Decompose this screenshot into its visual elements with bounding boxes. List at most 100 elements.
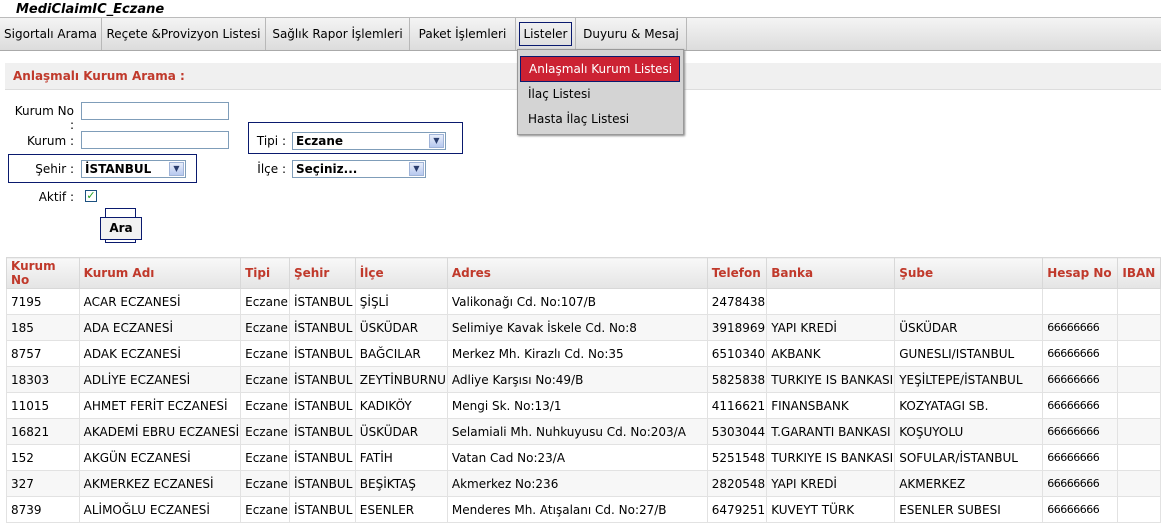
col-sehir-cell: İSTANBUL [288, 392, 356, 419]
col-kurum-adi-header[interactable]: Kurum Adı [78, 257, 242, 289]
col-sehir-header[interactable]: Şehir [288, 257, 356, 289]
ilce-value: Seçiniz... [296, 162, 358, 176]
col-adres-cell: Mengi Sk. No:13/1 [446, 392, 708, 419]
menu-label: Paket İşlemleri [418, 27, 507, 41]
col-telefon-cell: 3918969 [706, 314, 768, 341]
col-banka-cell: YAPI KREDİ [766, 470, 896, 497]
col-iban-cell [1117, 496, 1161, 523]
col-ilce-header[interactable]: İlçe [354, 257, 448, 289]
col-ilce-cell: BEŞİKTAŞ [354, 470, 448, 497]
col-kurum-no-cell: 8739 [6, 496, 80, 523]
dropdown-item-hasta-ilac[interactable]: Hasta İlaç Listesi [520, 107, 629, 131]
col-iban-cell [1117, 288, 1161, 315]
col-iban-cell [1117, 444, 1161, 471]
col-adres-cell: Vatan Cad No:23/A [446, 444, 708, 471]
col-kurum-no-cell: 152 [6, 444, 80, 471]
col-sube-cell: KOZYATAGI SB. [894, 392, 1044, 419]
col-adres-cell: Menderes Mh. Atışalanı Cd. No:27/B [446, 496, 708, 523]
col-sube-cell [894, 288, 1044, 315]
col-adres-cell: Adliye Karşısı No:49/B [446, 366, 708, 393]
app-title: MediClaimIC_Eczane [16, 2, 165, 17]
col-tipi-cell: Eczane [240, 496, 290, 523]
col-banka-header[interactable]: Banka [766, 257, 896, 289]
table-header-row: Kurum No Kurum Adı Tipi Şehir İlçe Adres Telef… [6, 257, 1161, 289]
col-tipi-cell: Eczane [240, 444, 290, 471]
aktif-checkbox[interactable]: ✓ [85, 190, 97, 202]
table-row[interactable]: 152 AKGÜN ECZANESİ Eczane İSTANBUL FATİH Vata… [6, 444, 1161, 471]
chevron-down-icon: ▼ [409, 162, 424, 176]
menu-label: Listeler [519, 22, 572, 46]
ara-button[interactable]: Ara [100, 217, 142, 240]
col-iban-cell [1117, 392, 1161, 419]
table-row[interactable]: 16821 AKADEMİ EBRU ECZANESİ Eczane İSTANBUL… [6, 418, 1161, 445]
col-banka-cell: TURKIYE IS BANKASI [766, 444, 896, 471]
col-sube-cell: ÜSKÜDAR [894, 314, 1044, 341]
chevron-down-icon: ▼ [169, 162, 184, 176]
col-tipi-header[interactable]: Tipi [240, 257, 290, 289]
col-hesap-no-header[interactable]: Hesap No [1042, 257, 1119, 289]
col-adres-cell: Valikonağı Cd. No:107/B [446, 288, 708, 315]
col-telefon-header[interactable]: Telefon [706, 257, 768, 289]
col-kurum-adi-cell: AKADEMİ EBRU ECZANESİ [78, 418, 242, 445]
col-telefon-cell: 5303044 [706, 418, 768, 445]
col-sehir-cell: İSTANBUL [288, 496, 356, 523]
menu-recete-provizyon[interactable]: Reçete &Provizyon Listesi [102, 18, 266, 50]
col-hesap-no-cell: 66666666 [1042, 418, 1119, 445]
menu-sigortali-arama[interactable]: Sigortalı Arama [0, 18, 102, 50]
kurum-input[interactable] [81, 131, 229, 149]
col-sube-header[interactable]: Şube [894, 257, 1044, 289]
ilce-label: İlçe : [257, 162, 286, 176]
col-iban-cell [1117, 470, 1161, 497]
col-kurum-adi-cell: AHMET FERİT ECZANESİ [78, 392, 242, 419]
col-sehir-cell: İSTANBUL [288, 314, 356, 341]
chevron-down-icon: ▼ [429, 134, 444, 148]
kurum-no-input[interactable] [81, 102, 229, 120]
col-banka-cell: AKBANK [766, 340, 896, 367]
col-banka-cell: KUVEYT TÜRK [766, 496, 896, 523]
menu-saglik-rapor[interactable]: Sağlık Rapor İşlemleri [266, 18, 410, 50]
col-adres-header[interactable]: Adres [446, 257, 708, 289]
col-kurum-no-cell: 11015 [6, 392, 80, 419]
col-iban-header[interactable]: IBAN [1117, 257, 1161, 289]
menu-duyuru-mesaj[interactable]: Duyuru & Mesaj [576, 18, 687, 50]
table-row[interactable]: 8757 ADAK ECZANESİ Eczane İSTANBUL BAĞCILAR M… [6, 340, 1161, 367]
tipi-select[interactable]: Eczane ▼ [292, 132, 446, 150]
dropdown-item-ilac-listesi[interactable]: İlaç Listesi [520, 82, 591, 106]
menu-paket-islemleri[interactable]: Paket İşlemleri [410, 18, 516, 50]
col-hesap-no-cell: 66666666 [1042, 444, 1119, 471]
kurum-label: Kurum : [27, 134, 74, 148]
col-sube-cell: AKMERKEZ [894, 470, 1044, 497]
menu-listeler[interactable]: Listeler [516, 18, 576, 50]
sehir-value: İSTANBUL [85, 162, 152, 176]
menu-label: Reçete &Provizyon Listesi [106, 27, 261, 41]
col-tipi-cell: Eczane [240, 340, 290, 367]
col-sube-cell: GUNESLI/ISTANBUL [894, 340, 1044, 367]
sehir-select[interactable]: İSTANBUL ▼ [81, 160, 186, 178]
tipi-label: Tipi : [256, 134, 286, 148]
col-kurum-no-header[interactable]: Kurum No [6, 257, 80, 289]
col-hesap-no-cell: 66666666 [1042, 314, 1119, 341]
col-telefon-cell: 5251548 [706, 444, 768, 471]
results-table: Kurum No Kurum Adı Tipi Şehir İlçe Adres Telef… [6, 257, 1161, 523]
aktif-label: Aktif : [38, 190, 74, 204]
col-ilce-cell: BAĞCILAR [354, 340, 448, 367]
col-kurum-adi-cell: ADLİYE ECZANESİ [78, 366, 242, 393]
col-sehir-cell: İSTANBUL [288, 288, 356, 315]
col-banka-cell: T.GARANTI BANKASI [766, 418, 896, 445]
col-hesap-no-cell: 66666666 [1042, 340, 1119, 367]
table-row[interactable]: 18303 ADLİYE ECZANESİ Eczane İSTANBUL ZEYTİN… [6, 366, 1161, 393]
table-row[interactable]: 185 ADA ECZANESİ Eczane İSTANBUL ÜSKÜDAR Seli… [6, 314, 1161, 341]
col-tipi-cell: Eczane [240, 288, 290, 315]
table-row[interactable]: 7195 ACAR ECZANESİ Eczane İSTANBUL ŞİŞLİ Vali… [6, 288, 1161, 315]
col-tipi-cell: Eczane [240, 314, 290, 341]
col-adres-cell: Selamiali Mh. Nuhkuyusu Cd. No:203/A [446, 418, 708, 445]
col-hesap-no-cell: 66666666 [1042, 470, 1119, 497]
table-row[interactable]: 11015 AHMET FERİT ECZANESİ Eczane İSTANBUL K… [6, 392, 1161, 419]
col-hesap-no-cell [1042, 288, 1119, 315]
table-row[interactable]: 327 AKMERKEZ ECZANESİ Eczane İSTANBUL BEŞİKT… [6, 470, 1161, 497]
dropdown-item-anlasmali-kurum[interactable]: Anlaşmalı Kurum Listesi [520, 56, 680, 82]
table-row[interactable]: 8739 ALİMOĞLU ECZANESİ Eczane İSTANBUL ESENL… [6, 496, 1161, 523]
col-tipi-cell: Eczane [240, 418, 290, 445]
col-iban-cell [1117, 366, 1161, 393]
ilce-select[interactable]: Seçiniz... ▼ [292, 160, 426, 178]
